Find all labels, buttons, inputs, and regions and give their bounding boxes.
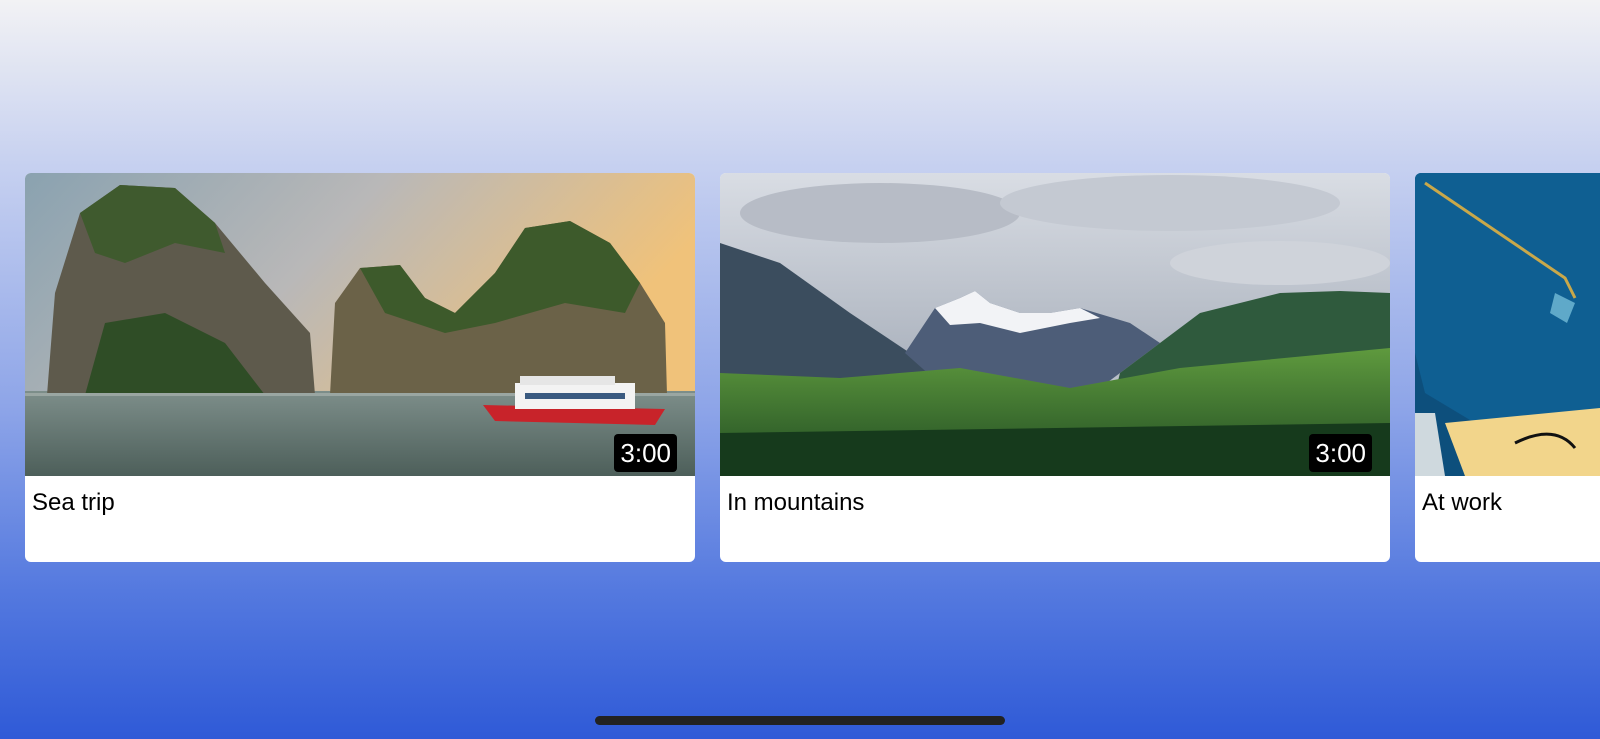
video-card-in-mountains[interactable]: 3:00 In mountains xyxy=(720,173,1390,562)
video-title: In mountains xyxy=(727,489,865,516)
blue-bag-image xyxy=(1415,173,1600,476)
video-card-sea-trip[interactable]: 3:00 Sea trip xyxy=(25,173,695,562)
video-carousel[interactable]: 3:00 Sea trip 3:00 In mountains At work xyxy=(0,173,1600,563)
video-title: Sea trip xyxy=(32,489,115,516)
sea-cliffs-image xyxy=(25,173,695,476)
home-indicator[interactable] xyxy=(595,716,1005,725)
duration-badge: 3:00 xyxy=(614,434,677,472)
video-thumbnail[interactable]: 3:00 xyxy=(25,173,695,476)
video-title: At work xyxy=(1422,489,1503,516)
video-thumbnail[interactable] xyxy=(1415,173,1600,476)
duration-badge: 3:00 xyxy=(1309,434,1372,472)
video-thumbnail[interactable]: 3:00 xyxy=(720,173,1390,476)
mountains-image xyxy=(720,173,1390,476)
video-card-at-work[interactable]: At work xyxy=(1415,173,1600,562)
